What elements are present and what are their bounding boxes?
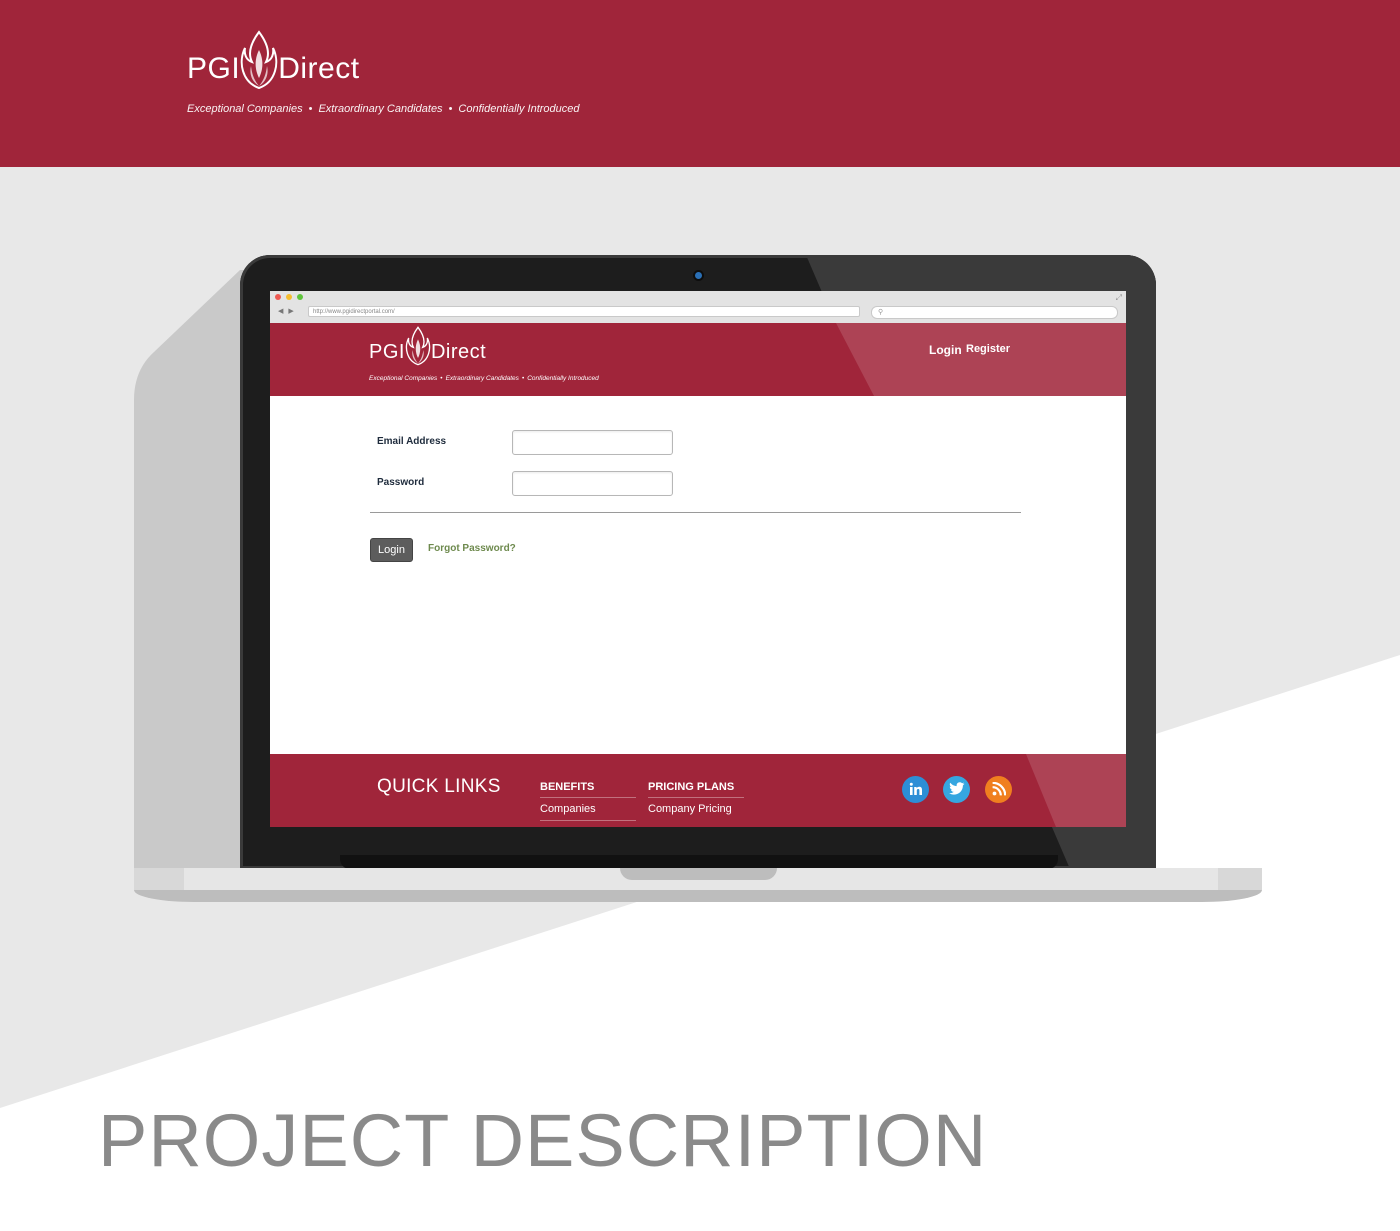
laptop-hinge	[340, 855, 1058, 869]
camera-icon	[695, 272, 702, 279]
company-pricing-link[interactable]: Company Pricing	[648, 803, 732, 815]
tagline-separator: •	[521, 375, 525, 382]
companies-rule	[540, 820, 636, 821]
maximize-window-icon[interactable]	[297, 294, 303, 300]
top-banner: PGI Direct Exceptional Companies • Extraor…	[0, 0, 1400, 167]
tagline-separator: •	[308, 103, 313, 115]
site-header: PGI Direct Exceptional Companies • Extraor…	[270, 323, 1126, 396]
search-icon: ⚲	[878, 309, 884, 316]
tagline-part: Exceptional Companies	[369, 375, 438, 382]
flame-icon	[405, 326, 431, 379]
form-divider	[370, 512, 1021, 513]
login-button[interactable]: Login	[370, 538, 413, 562]
companies-link[interactable]: Companies	[540, 803, 596, 815]
back-forward-icon[interactable]: ◀▶	[278, 307, 299, 315]
tagline-separator: •	[440, 375, 443, 382]
email-field[interactable]	[512, 430, 673, 455]
laptop-base	[134, 868, 1262, 902]
logo-text-pgi: PGI	[187, 51, 241, 85]
tagline-part: Extraordinary Candidates	[318, 103, 443, 115]
nav-register-link[interactable]: Register	[966, 343, 1010, 355]
benefits-rule	[540, 797, 636, 798]
logo-text-direct: Direct	[430, 341, 487, 363]
quick-links-heading: QUICK LINKS	[377, 776, 501, 797]
brand-tagline: Exceptional Companies • Extraordinary Cand…	[187, 103, 580, 115]
tagline-part: Confidentially Introduced	[527, 375, 599, 382]
nav-login-link[interactable]: Login	[929, 343, 962, 357]
logo-text-pgi: PGI	[369, 341, 405, 363]
forgot-password-link[interactable]: Forgot Password?	[428, 543, 516, 554]
rss-icon[interactable]	[985, 776, 1012, 803]
linkedin-icon[interactable]	[902, 776, 929, 803]
minimize-window-icon[interactable]	[286, 294, 292, 300]
tagline-part: Exceptional Companies	[187, 103, 303, 115]
close-window-icon[interactable]	[275, 294, 281, 300]
password-label: Password	[377, 477, 425, 488]
address-bar[interactable]: http://www.pgidirectportal.com/	[308, 306, 860, 317]
laptop-screen: ◀▶ http://www.pgidirectportal.com/ ⚲ ⤢ P…	[270, 291, 1126, 827]
base-notch	[620, 868, 777, 880]
brand-logo: PGI Direct	[187, 30, 360, 107]
flame-icon	[240, 30, 278, 107]
pricing-rule	[648, 797, 744, 798]
site-logo[interactable]: PGI Direct	[369, 326, 486, 379]
logo-text-direct: Direct	[278, 51, 360, 85]
site-tagline: Exceptional Companies • Extraordinary Cand…	[369, 375, 599, 382]
browser-toolbar: ◀▶ http://www.pgidirectportal.com/ ⚲ ⤢	[270, 291, 1126, 324]
tagline-part: Extraordinary Candidates	[445, 375, 519, 382]
fullscreen-icon[interactable]: ⤢	[1116, 293, 1122, 303]
benefits-heading: BENEFITS	[540, 781, 595, 793]
tagline-separator: •	[448, 103, 453, 115]
password-field[interactable]	[512, 471, 673, 496]
base-bottom	[134, 890, 1262, 902]
twitter-icon[interactable]	[943, 776, 970, 803]
tagline-part: Confidentially Introduced	[458, 103, 580, 115]
browser-search-field[interactable]: ⚲	[871, 306, 1118, 319]
project-description-heading: PROJECT DESCRIPTION	[98, 1099, 988, 1182]
email-label: Email Address	[377, 436, 447, 447]
pricing-plans-heading: PRICING PLANS	[648, 781, 735, 793]
site-footer: QUICK LINKS BENEFITS Companies PRICING P…	[270, 754, 1126, 827]
